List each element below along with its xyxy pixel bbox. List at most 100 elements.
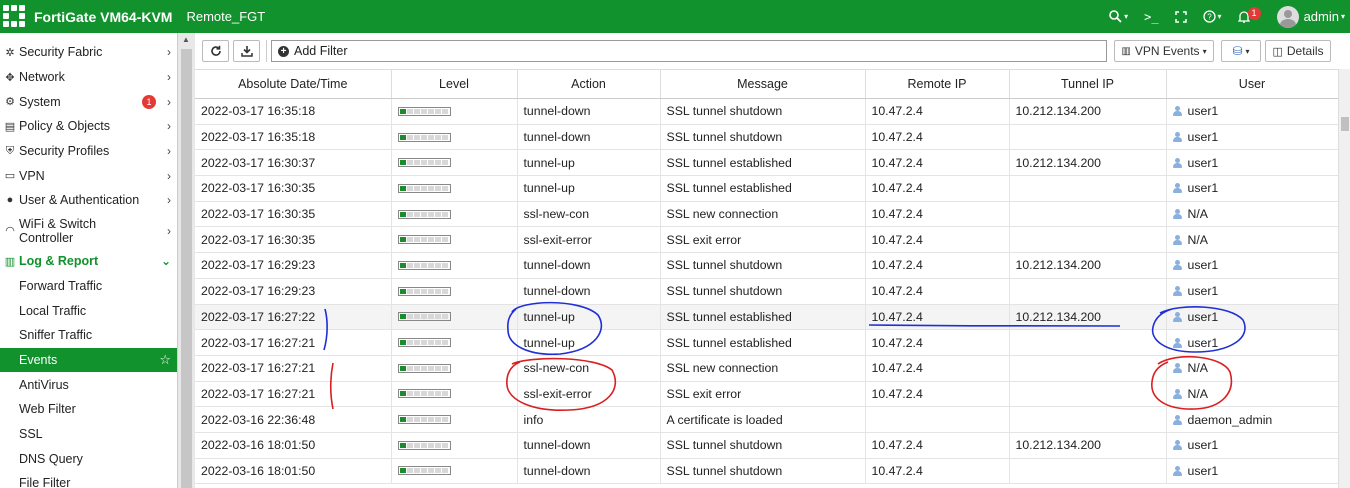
notifications-button[interactable]: 1 bbox=[1230, 0, 1269, 33]
chevron-right-icon: › bbox=[167, 144, 171, 159]
column-header-level[interactable]: Level bbox=[391, 69, 518, 99]
table-scrollbar[interactable] bbox=[1338, 69, 1350, 488]
user-name: user1 bbox=[1187, 155, 1219, 170]
sidebar-item-user-authentication[interactable]: ● User & Authentication › bbox=[0, 188, 177, 213]
admin-menu[interactable]: admin ▾ bbox=[1269, 0, 1350, 33]
cell-datetime: 2022-03-17 16:30:37 bbox=[195, 149, 392, 177]
cell-message: SSL tunnel established bbox=[660, 149, 866, 177]
cell-level bbox=[391, 432, 518, 459]
cell-user: N/A bbox=[1166, 381, 1338, 408]
cell-user: daemon_admin bbox=[1166, 406, 1338, 433]
cell-message: SSL new connection bbox=[660, 355, 866, 382]
scrollbar-thumb[interactable] bbox=[1341, 117, 1349, 131]
column-header-remote-ip[interactable]: Remote IP bbox=[865, 69, 1010, 99]
table-row[interactable]: 2022-03-16 18:01:50 tunnel-down SSL tunnel… bbox=[195, 432, 1338, 459]
search-button[interactable]: ▾ bbox=[1101, 0, 1136, 33]
cell-datetime: 2022-03-16 18:01:50 bbox=[195, 458, 392, 485]
add-icon: + bbox=[278, 45, 289, 57]
user-name: N/A bbox=[1187, 361, 1209, 376]
column-header-tunnel-ip[interactable]: Tunnel IP bbox=[1009, 69, 1167, 99]
column-header-user[interactable]: User bbox=[1166, 69, 1338, 99]
top-bar: FortiGate VM64-KVM Remote_FGT ▾ >_ ? ▾ 1… bbox=[0, 0, 1350, 33]
details-button[interactable]: ◫ Details bbox=[1265, 40, 1331, 62]
cell-message: SSL tunnel shutdown bbox=[660, 98, 866, 125]
sidebar-item-dns-query[interactable]: DNS Query bbox=[0, 446, 177, 471]
cell-datetime: 2022-03-17 16:27:21 bbox=[195, 329, 392, 356]
fullscreen-button[interactable] bbox=[1167, 0, 1195, 33]
sidebar-item-file-filter[interactable]: File Filter bbox=[0, 471, 177, 488]
cell-action: tunnel-down bbox=[517, 252, 661, 279]
user-icon bbox=[1172, 209, 1182, 220]
table-row[interactable]: 2022-03-17 16:30:35 ssl-new-con SSL new co… bbox=[195, 201, 1338, 228]
sidebar-item-web-filter[interactable]: Web Filter bbox=[0, 397, 177, 422]
table-row[interactable]: 2022-03-17 16:27:21 ssl-new-con SSL new co… bbox=[195, 355, 1338, 382]
system-alert-badge: 1 bbox=[142, 94, 156, 109]
sidebar-item-local-traffic[interactable]: Local Traffic bbox=[0, 298, 177, 323]
table-row[interactable]: 2022-03-17 16:30:35 tunnel-up SSL tunnel e… bbox=[195, 175, 1338, 202]
table-row[interactable]: 2022-03-17 16:30:35 ssl-exit-error SSL exi… bbox=[195, 226, 1338, 254]
sidebar-item-events[interactable]: Events ☆ bbox=[0, 347, 177, 373]
chart-icon: ▥ bbox=[4, 255, 16, 268]
sidebar-scrollbar[interactable]: ▲ bbox=[178, 33, 195, 488]
sidebar-item-forward-traffic[interactable]: Forward Traffic bbox=[0, 274, 177, 299]
cell-user: user1 bbox=[1166, 149, 1338, 177]
refresh-button[interactable] bbox=[202, 40, 229, 62]
cell-action: ssl-new-con bbox=[517, 355, 661, 382]
level-indicator bbox=[397, 415, 451, 425]
column-header-action[interactable]: Action bbox=[517, 69, 661, 99]
user-icon bbox=[1172, 132, 1182, 143]
download-button[interactable] bbox=[233, 40, 260, 62]
filter-input[interactable]: + Add Filter bbox=[271, 40, 1107, 62]
sidebar-item-policy-objects[interactable]: ▤ Policy & Objects › bbox=[0, 114, 177, 139]
cell-action: tunnel-up bbox=[517, 329, 661, 356]
cell-level bbox=[391, 98, 518, 125]
cell-message: SSL tunnel shutdown bbox=[660, 124, 866, 151]
wifi-icon: ◠ bbox=[5, 224, 15, 237]
log-source-dropdown[interactable]: ⛁ ▾ bbox=[1221, 40, 1261, 62]
sidebar-item-log-report[interactable]: ▥ Log & Report ⌄ bbox=[0, 249, 177, 274]
chevron-down-icon: ⌄ bbox=[160, 254, 171, 269]
sidebar-item-security-profiles[interactable]: ⛨ Security Profiles › bbox=[0, 139, 177, 164]
sidebar-item-label: Events bbox=[19, 352, 58, 367]
refresh-icon bbox=[210, 45, 221, 56]
sidebar-item-security-fabric[interactable]: ✲ Security Fabric › bbox=[0, 40, 177, 65]
scroll-up-icon[interactable]: ▲ bbox=[182, 35, 190, 44]
table-row[interactable]: 2022-03-17 16:27:21 ssl-exit-error SSL exi… bbox=[195, 381, 1338, 408]
sidebar-item-wifi-switch-controller[interactable]: ◠ WiFi & Switch Controller › bbox=[0, 213, 177, 249]
table-row[interactable]: 2022-03-17 16:35:18 tunnel-down SSL tunnel… bbox=[195, 124, 1338, 151]
cell-user: user1 bbox=[1166, 124, 1338, 151]
scrollbar-thumb[interactable] bbox=[181, 49, 192, 488]
user-name: user1 bbox=[1187, 104, 1219, 119]
cli-console-button[interactable]: >_ bbox=[1136, 0, 1166, 33]
cell-message: A certificate is loaded bbox=[660, 406, 866, 433]
table-row[interactable]: 2022-03-17 16:29:23 tunnel-down SSL tunnel… bbox=[195, 278, 1338, 305]
sidebar-item-system[interactable]: ⚙ System 1 › bbox=[0, 89, 177, 114]
chevron-right-icon: › bbox=[167, 70, 171, 85]
table-row[interactable]: 2022-03-17 16:27:22 tunnel-up SSL tunnel e… bbox=[195, 304, 1338, 331]
chevron-down-icon: ▾ bbox=[1245, 46, 1250, 56]
fortinet-logo[interactable]: FortiGate VM64-KVM bbox=[3, 4, 172, 29]
chevron-down-icon: ▾ bbox=[1124, 12, 1129, 21]
level-indicator bbox=[397, 132, 451, 142]
sidebar-item-ssl[interactable]: SSL bbox=[0, 422, 177, 447]
sidebar-item-sniffer-traffic[interactable]: Sniffer Traffic bbox=[0, 323, 177, 348]
cell-datetime: 2022-03-16 22:36:48 bbox=[195, 406, 392, 433]
sidebar-item-network[interactable]: ✥ Network › bbox=[0, 65, 177, 90]
table-row[interactable]: 2022-03-17 16:30:37 tunnel-up SSL tunnel e… bbox=[195, 149, 1338, 177]
admin-username: admin bbox=[1303, 9, 1339, 24]
column-header-datetime[interactable]: Absolute Date/Time bbox=[195, 69, 392, 99]
star-icon[interactable]: ☆ bbox=[159, 352, 171, 368]
table-row[interactable]: 2022-03-16 18:01:50 tunnel-down SSL tunnel… bbox=[195, 458, 1338, 485]
cell-remote-ip: 10.47.2.4 bbox=[865, 278, 1010, 305]
table-row[interactable]: 2022-03-16 22:36:48 info A certificate is … bbox=[195, 406, 1338, 433]
table-row[interactable]: 2022-03-17 16:35:18 tunnel-down SSL tunnel… bbox=[195, 98, 1338, 125]
vpn-events-dropdown[interactable]: ▥ VPN Events ▾ bbox=[1114, 40, 1214, 62]
sidebar-item-antivirus[interactable]: AntiVirus bbox=[0, 372, 177, 397]
cell-datetime: 2022-03-17 16:29:23 bbox=[195, 252, 392, 279]
table-row[interactable]: 2022-03-17 16:29:23 tunnel-down SSL tunnel… bbox=[195, 252, 1338, 279]
column-header-message[interactable]: Message bbox=[660, 69, 866, 99]
help-button[interactable]: ? ▾ bbox=[1195, 0, 1230, 33]
table-row[interactable]: 2022-03-17 16:27:21 tunnel-up SSL tunnel e… bbox=[195, 329, 1338, 356]
fabric-icon: ✲ bbox=[5, 46, 15, 59]
sidebar-item-vpn[interactable]: ▭ VPN › bbox=[0, 163, 177, 188]
